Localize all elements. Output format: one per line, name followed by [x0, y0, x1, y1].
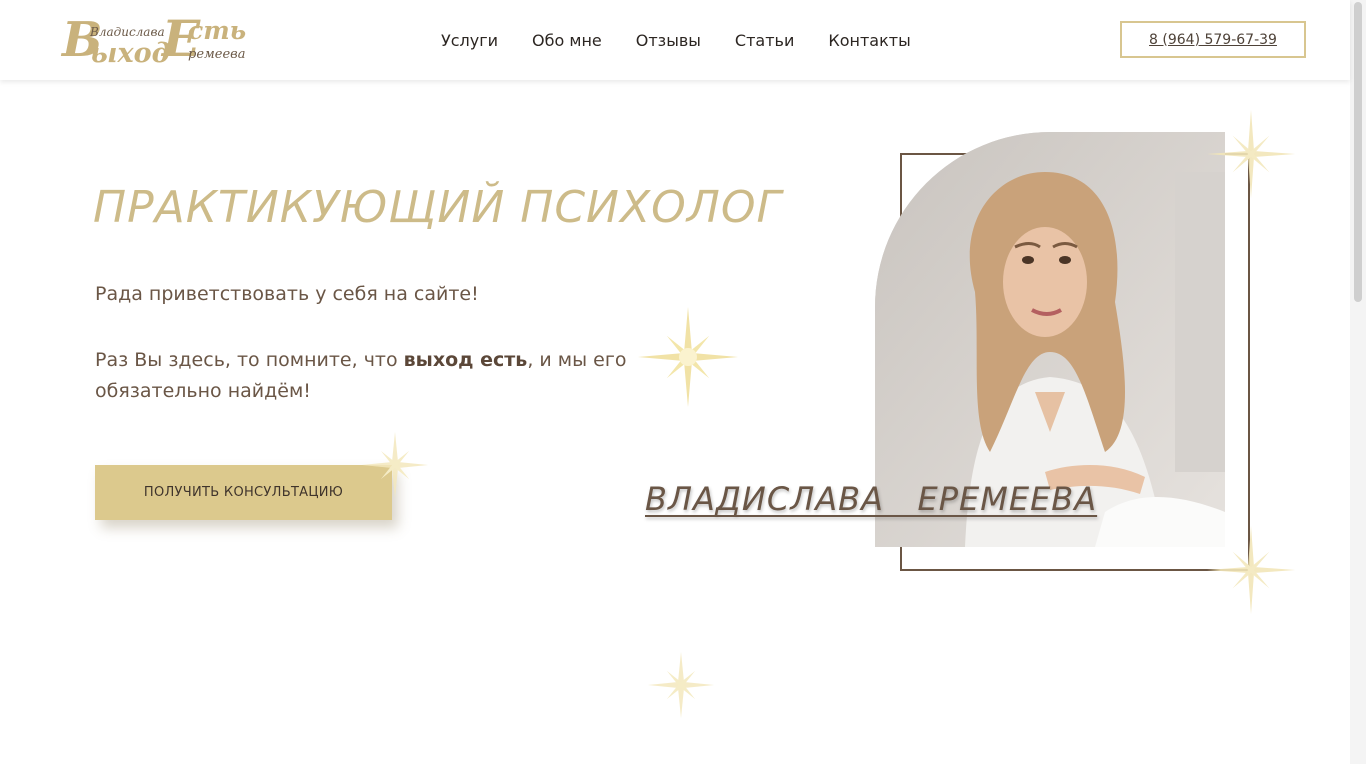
hero-title: ПРАКТИКУЮЩИЙ ПСИХОЛОГ: [93, 182, 782, 233]
psychologist-name[interactable]: ВЛАДИСЛАВА ЕРЕМЕЕВА: [645, 480, 1097, 518]
sparkle-icon: [1207, 526, 1295, 614]
nav-link-about[interactable]: Обо мне: [532, 31, 602, 50]
scrollbar-thumb[interactable]: [1354, 2, 1362, 302]
hero-message-start: Раз Вы здесь, то помните, что: [95, 349, 404, 371]
logo-word-vykhod: ыход: [90, 38, 171, 69]
sparkle-icon: [638, 307, 738, 407]
consultation-button[interactable]: ПОЛУЧИТЬ КОНСУЛЬТАЦИЮ: [95, 465, 392, 520]
sparkle-icon: [648, 652, 714, 718]
main-nav: Услуги Обо мне Отзывы Статьи Контакты: [441, 31, 945, 50]
sparkle-icon: [362, 432, 428, 498]
hero-message: Раз Вы здесь, то помните, что выход есть…: [95, 345, 655, 407]
site-logo[interactable]: В ыход Е сть Владислава ремеева: [60, 10, 260, 72]
phone-button[interactable]: 8 (964) 579-67-39: [1120, 21, 1306, 58]
nav-link-services[interactable]: Услуги: [441, 31, 498, 50]
hero-greeting: Рада приветствовать у себя на сайте!: [95, 283, 479, 305]
logo-last-name: ремеева: [188, 47, 246, 62]
sparkle-icon: [1207, 110, 1295, 198]
site-header: В ыход Е сть Владислава ремеева Услуги О…: [0, 0, 1350, 80]
logo-first-name: Владислава: [90, 25, 165, 39]
logo-word-est: сть: [188, 16, 247, 45]
hero-message-bold: выход есть: [403, 349, 528, 371]
nav-link-reviews[interactable]: Отзывы: [636, 31, 701, 50]
page-scrollbar[interactable]: [1350, 0, 1366, 764]
nav-link-contacts[interactable]: Контакты: [828, 31, 910, 50]
nav-link-articles[interactable]: Статьи: [735, 31, 794, 50]
